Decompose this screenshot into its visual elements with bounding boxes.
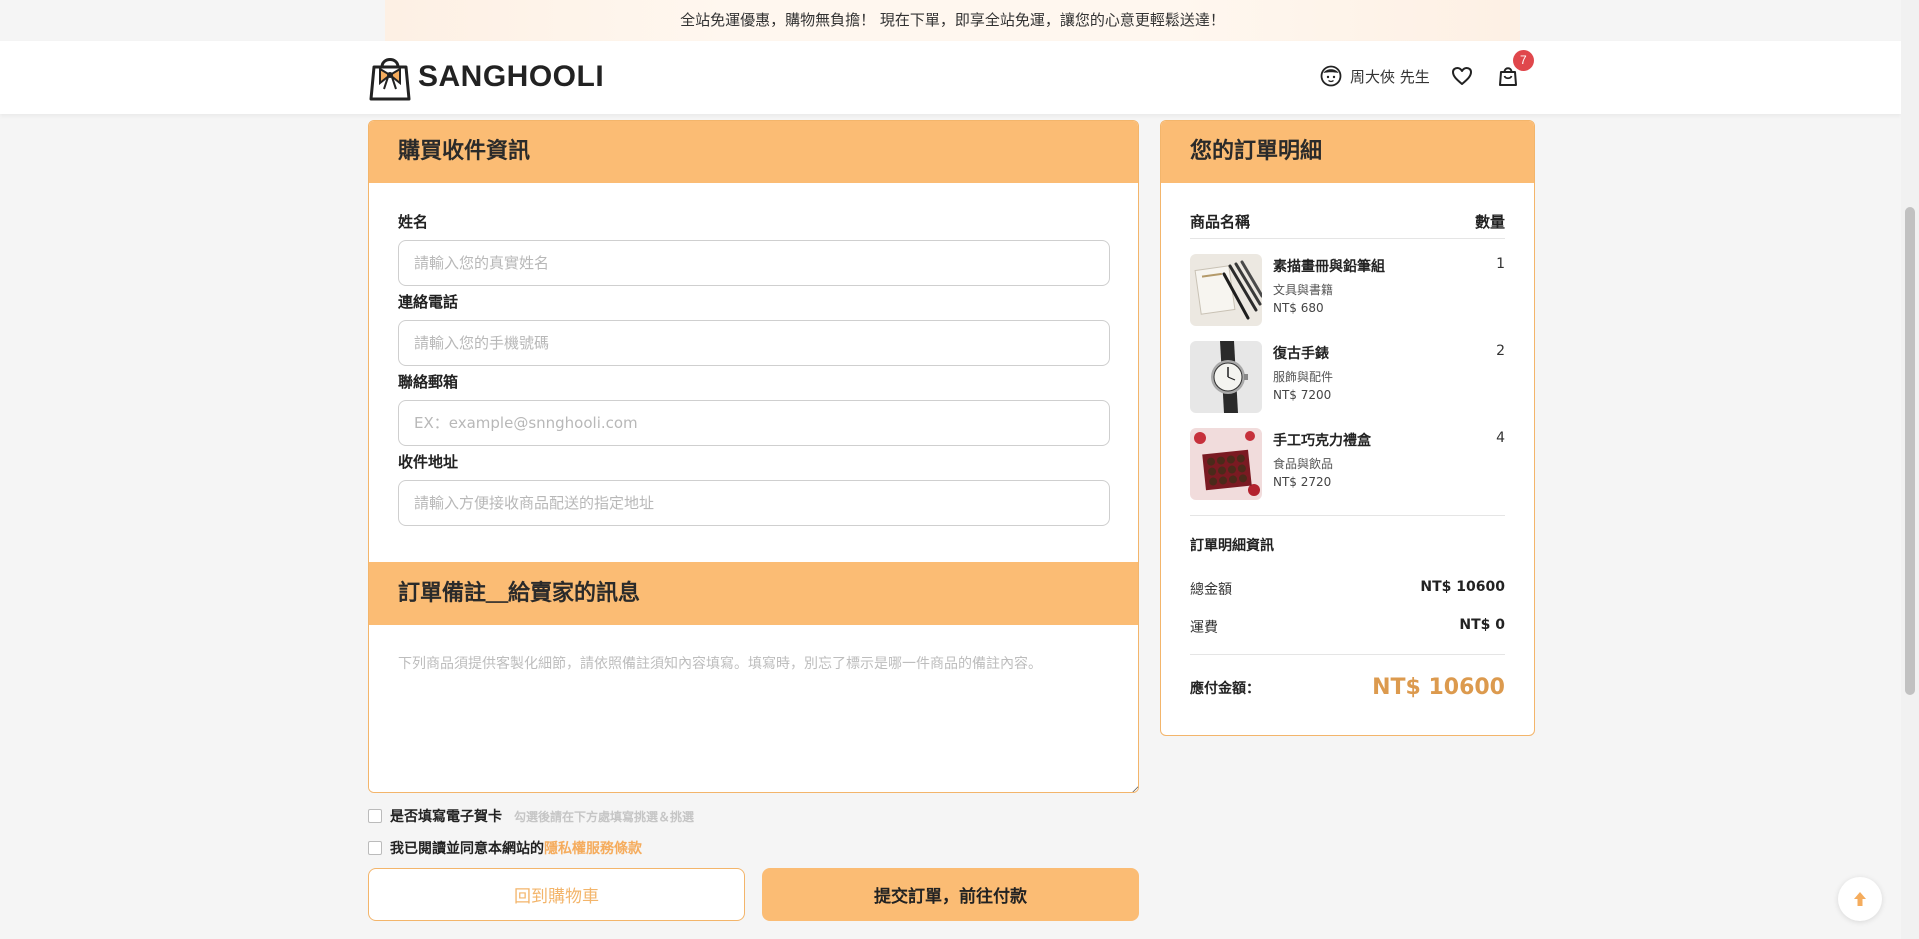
payable-label: 應付金額： (1190, 680, 1260, 697)
item-quantity: 2 (1496, 343, 1505, 359)
product-thumbnail-sketchbook (1190, 254, 1262, 326)
total-value: NT$ 10600 (1420, 579, 1505, 595)
summary-divider (1190, 515, 1505, 516)
agree-checkbox-row: 我已閱讀並同意本網站的 隱私權服務條款 (368, 838, 642, 858)
user-menu[interactable]: 周大俠 先生 (1320, 65, 1430, 87)
email-label: 聯絡郵箱 (398, 373, 459, 391)
order-summary-card: 您的訂單明細 商品名稱 數量 素描畫冊與鉛筆組 文具與書籍 NT$ 680 1 … (1160, 120, 1535, 736)
page-scrollbar[interactable] (1901, 0, 1919, 939)
item-name: 復古手錶 (1273, 346, 1329, 362)
item-name: 素描畫冊與鉛筆組 (1273, 259, 1385, 275)
wishlist-button[interactable] (1448, 62, 1476, 90)
scrollbar-thumb[interactable] (1905, 207, 1915, 695)
item-price: NT$ 7200 (1273, 388, 1332, 402)
promo-text: 全站免運優惠，購物無負擔！ 現在下單，即享全站免運，讓您的心意更輕鬆送達！ (680, 11, 1225, 29)
logo-text: SANGHOOLI (418, 60, 605, 93)
item-price: NT$ 680 (1273, 301, 1324, 315)
user-name: 周大俠 先生 (1350, 67, 1430, 86)
order-list-header: 商品名稱 數量 (1190, 183, 1505, 239)
phone-input[interactable] (398, 320, 1110, 366)
name-field-group: 姓名 (398, 211, 1110, 286)
logo[interactable]: SANGHOOLI (368, 53, 604, 101)
order-note-title: 訂單備註＿給賣家的訊息 (369, 562, 1138, 625)
arrow-up-icon (1854, 892, 1866, 906)
col-quantity: 數量 (1474, 213, 1505, 231)
email-field-group: 聯絡郵箱 (398, 371, 1110, 446)
back-to-top-button[interactable] (1838, 877, 1882, 921)
ecard-label: 是否填寫電子賀卡 (390, 809, 502, 825)
email-input[interactable] (398, 400, 1110, 446)
item-quantity: 4 (1496, 430, 1505, 446)
promo-banner: 全站免運優惠，購物無負擔！ 現在下單，即享全站免運，讓您的心意更輕鬆送達！ (385, 0, 1520, 41)
name-label: 姓名 (398, 213, 429, 231)
payable-value: NT$ 10600 (1372, 675, 1505, 700)
ecard-hint: 勾選後請在下方處填寫挑選＆挑選 (514, 809, 695, 824)
agree-label: 我已閱讀並同意本網站的 (390, 841, 544, 857)
shopping-bag-bow-icon (369, 58, 411, 101)
item-category: 服飾與配件 (1273, 370, 1334, 384)
payable-row: 應付金額： NT$ 10600 (1190, 675, 1505, 700)
address-input[interactable] (398, 480, 1110, 526)
shipping-form-card: 購買收件資訊 姓名 連絡電話 聯絡郵箱 收件地址 訂單備註＿給賣家的訊息 (368, 120, 1139, 793)
shipping-value: NT$ 0 (1459, 617, 1505, 633)
user-avatar-icon (1320, 65, 1342, 87)
shipping-row: 運費 NT$ 0 (1190, 617, 1505, 637)
order-item: 素描畫冊與鉛筆組 文具與書籍 NT$ 680 1 (1190, 254, 1505, 326)
back-to-cart-button[interactable]: 回到購物車 (368, 868, 745, 921)
shipping-form-title: 購買收件資訊 (369, 121, 1138, 183)
item-category: 食品與飲品 (1273, 457, 1334, 471)
item-price: NT$ 2720 (1273, 475, 1332, 489)
item-quantity: 1 (1496, 256, 1505, 272)
address-label: 收件地址 (398, 453, 459, 471)
phone-label: 連絡電話 (398, 293, 459, 311)
cart-count-badge: 7 (1512, 50, 1534, 71)
address-field-group: 收件地址 (398, 451, 1110, 526)
privacy-terms-link[interactable]: 隱私權服務條款 (544, 838, 642, 858)
submit-order-button[interactable]: 提交訂單，前往付款 (762, 868, 1139, 921)
total-row: 總金額 NT$ 10600 (1190, 579, 1505, 599)
agree-checkbox[interactable] (368, 841, 382, 855)
order-summary-title: 您的訂單明細 (1161, 121, 1534, 183)
summary-title: 訂單明細資訊 (1190, 538, 1274, 554)
ecard-checkbox[interactable] (368, 809, 382, 823)
ecard-checkbox-row: 是否填寫電子賀卡 勾選後請在下方處填寫挑選＆挑選 (368, 806, 694, 826)
shipping-label: 運費 (1190, 620, 1218, 636)
site-header: SANGHOOLI 周大俠 先生 7 (0, 41, 1901, 114)
cart-button[interactable]: 7 (1494, 50, 1534, 90)
header-actions: 周大俠 先生 7 (1320, 50, 1534, 90)
item-category: 文具與書籍 (1273, 283, 1334, 297)
name-input[interactable] (398, 240, 1110, 286)
product-thumbnail-chocolate (1190, 428, 1262, 500)
col-product-name: 商品名稱 (1190, 213, 1251, 231)
heart-icon (1451, 67, 1472, 85)
order-item: 手工巧克力禮盒 食品與飲品 NT$ 2720 4 (1190, 428, 1505, 500)
product-thumbnail-watch (1190, 341, 1262, 413)
total-label: 總金額 (1190, 582, 1232, 598)
payable-divider (1190, 654, 1505, 655)
order-item: 復古手錶 服飾與配件 NT$ 7200 2 (1190, 341, 1505, 413)
order-note-textarea[interactable] (369, 625, 1138, 792)
phone-field-group: 連絡電話 (398, 291, 1110, 366)
item-name: 手工巧克力禮盒 (1273, 433, 1371, 449)
